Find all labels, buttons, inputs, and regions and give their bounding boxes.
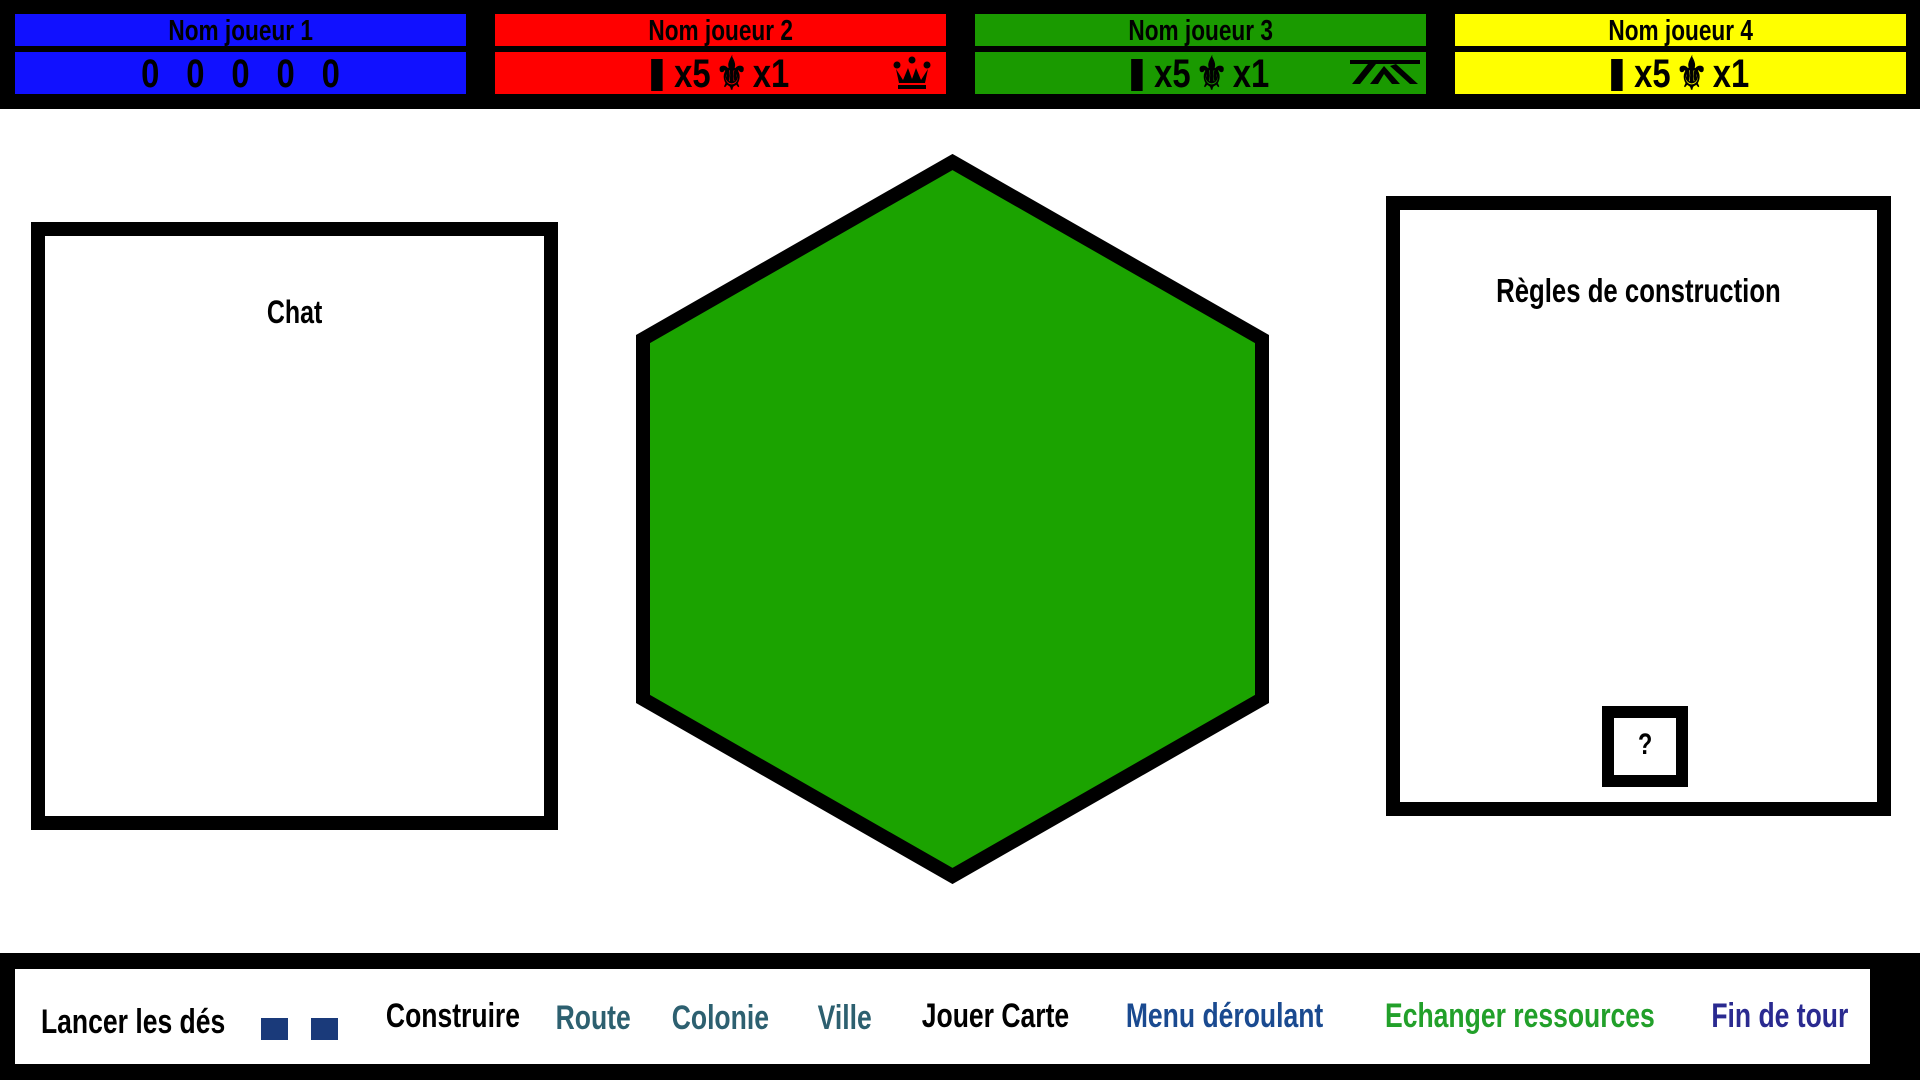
counter: 0: [276, 52, 295, 96]
hex-tile[interactable]: [636, 154, 1269, 884]
dropdown-menu-button[interactable]: Menu déroulant: [1090, 969, 1360, 1064]
end-turn-label: Fin de tour: [1711, 997, 1849, 1035]
settlement-label: Colonie: [671, 999, 769, 1037]
die-1-icon[interactable]: [261, 1018, 288, 1040]
player-panel-3: Nom joueur 3 x5 ⚜ x1: [975, 14, 1426, 97]
player-3-name-box: Nom joueur 3: [975, 14, 1426, 47]
roll-dice-label: Lancer les dés: [40, 1003, 226, 1041]
counter: 0: [321, 52, 340, 96]
hex-board-tile[interactable]: [636, 154, 1269, 884]
player-2-points: x1: [753, 52, 790, 96]
build-label: Construire: [385, 997, 520, 1035]
action-bar-inner: Lancer les dés Construire Route Colonie …: [15, 969, 1870, 1064]
help-button[interactable]: ?: [1602, 706, 1688, 787]
chat-panel[interactable]: Chat: [31, 222, 558, 830]
player-4-card-count: x5: [1634, 52, 1671, 96]
play-card-label: Jouer Carte: [921, 997, 1069, 1035]
player-1-counters: 00000: [128, 52, 354, 96]
fleur-de-lis-icon: ⚜: [1675, 50, 1709, 99]
help-label: ?: [1637, 728, 1653, 761]
roll-dice-button[interactable]: Lancer les dés: [15, 975, 245, 1070]
player-1-stats: 00000: [15, 52, 466, 96]
player-2-stats: x5 ⚜ x1: [495, 52, 946, 97]
fleur-de-lis-icon: ⚜: [715, 50, 749, 99]
player-4-stats: x5 ⚜ x1: [1455, 52, 1906, 97]
road-icon: [1350, 60, 1420, 84]
city-button[interactable]: Ville: [785, 971, 905, 1066]
die-2-icon[interactable]: [311, 1018, 338, 1040]
player-2-name: Nom joueur 2: [648, 15, 793, 47]
player-4-name: Nom joueur 4: [1608, 15, 1753, 47]
play-card-button[interactable]: Jouer Carte: [895, 969, 1095, 1064]
player-panel-4: Nom joueur 4 x5 ⚜ x1: [1455, 14, 1906, 97]
player-3-stats: x5 ⚜ x1: [975, 52, 1426, 97]
players-bar: Nom joueur 1 00000 Nom joueur 2 x5⚜x1: [0, 0, 1920, 109]
build-button[interactable]: Construire: [365, 969, 540, 1064]
trade-resources-label: Echanger ressources: [1385, 997, 1655, 1035]
player-3-name: Nom joueur 3: [1128, 15, 1273, 47]
player-4-name-box: Nom joueur 4: [1455, 14, 1906, 47]
crown-icon: [893, 56, 931, 89]
end-turn-button[interactable]: Fin de tour: [1680, 969, 1880, 1064]
player-2-name-box: Nom joueur 2: [495, 14, 946, 47]
player-3-card-count: x5: [1154, 52, 1191, 96]
player-panel-2: Nom joueur 2 x5 ⚜ x1: [495, 14, 946, 97]
player-1-name: Nom joueur 1: [168, 15, 313, 47]
rules-title: Règles de construction: [1496, 272, 1781, 309]
trade-resources-button[interactable]: Echanger ressources: [1345, 969, 1695, 1064]
player-3-points: x1: [1233, 52, 1270, 96]
dropdown-menu-label: Menu déroulant: [1126, 997, 1324, 1035]
player-panel-1: Nom joueur 1 00000: [15, 14, 466, 96]
card-icon: [1131, 59, 1143, 91]
road-label: Route: [555, 999, 631, 1037]
player-2-card-count: x5: [674, 52, 711, 96]
road-button[interactable]: Route: [528, 971, 658, 1066]
counter: 0: [231, 52, 250, 96]
chat-title-box: Chat: [45, 294, 544, 331]
city-label: Ville: [817, 999, 873, 1037]
counter: 0: [186, 52, 205, 96]
card-icon: [651, 59, 663, 91]
action-bar: Lancer les dés Construire Route Colonie …: [0, 953, 1920, 1080]
settlement-button[interactable]: Colonie: [645, 971, 795, 1066]
fleur-de-lis-icon: ⚜: [1195, 50, 1229, 99]
counter: 0: [141, 52, 160, 96]
rules-title-box: Règles de construction: [1400, 272, 1877, 310]
construction-rules-panel: Règles de construction ?: [1386, 196, 1891, 816]
player-1-name-box: Nom joueur 1: [15, 14, 466, 47]
player-4-points: x1: [1713, 52, 1750, 96]
chat-title: Chat: [266, 294, 323, 330]
card-icon: [1611, 59, 1623, 91]
